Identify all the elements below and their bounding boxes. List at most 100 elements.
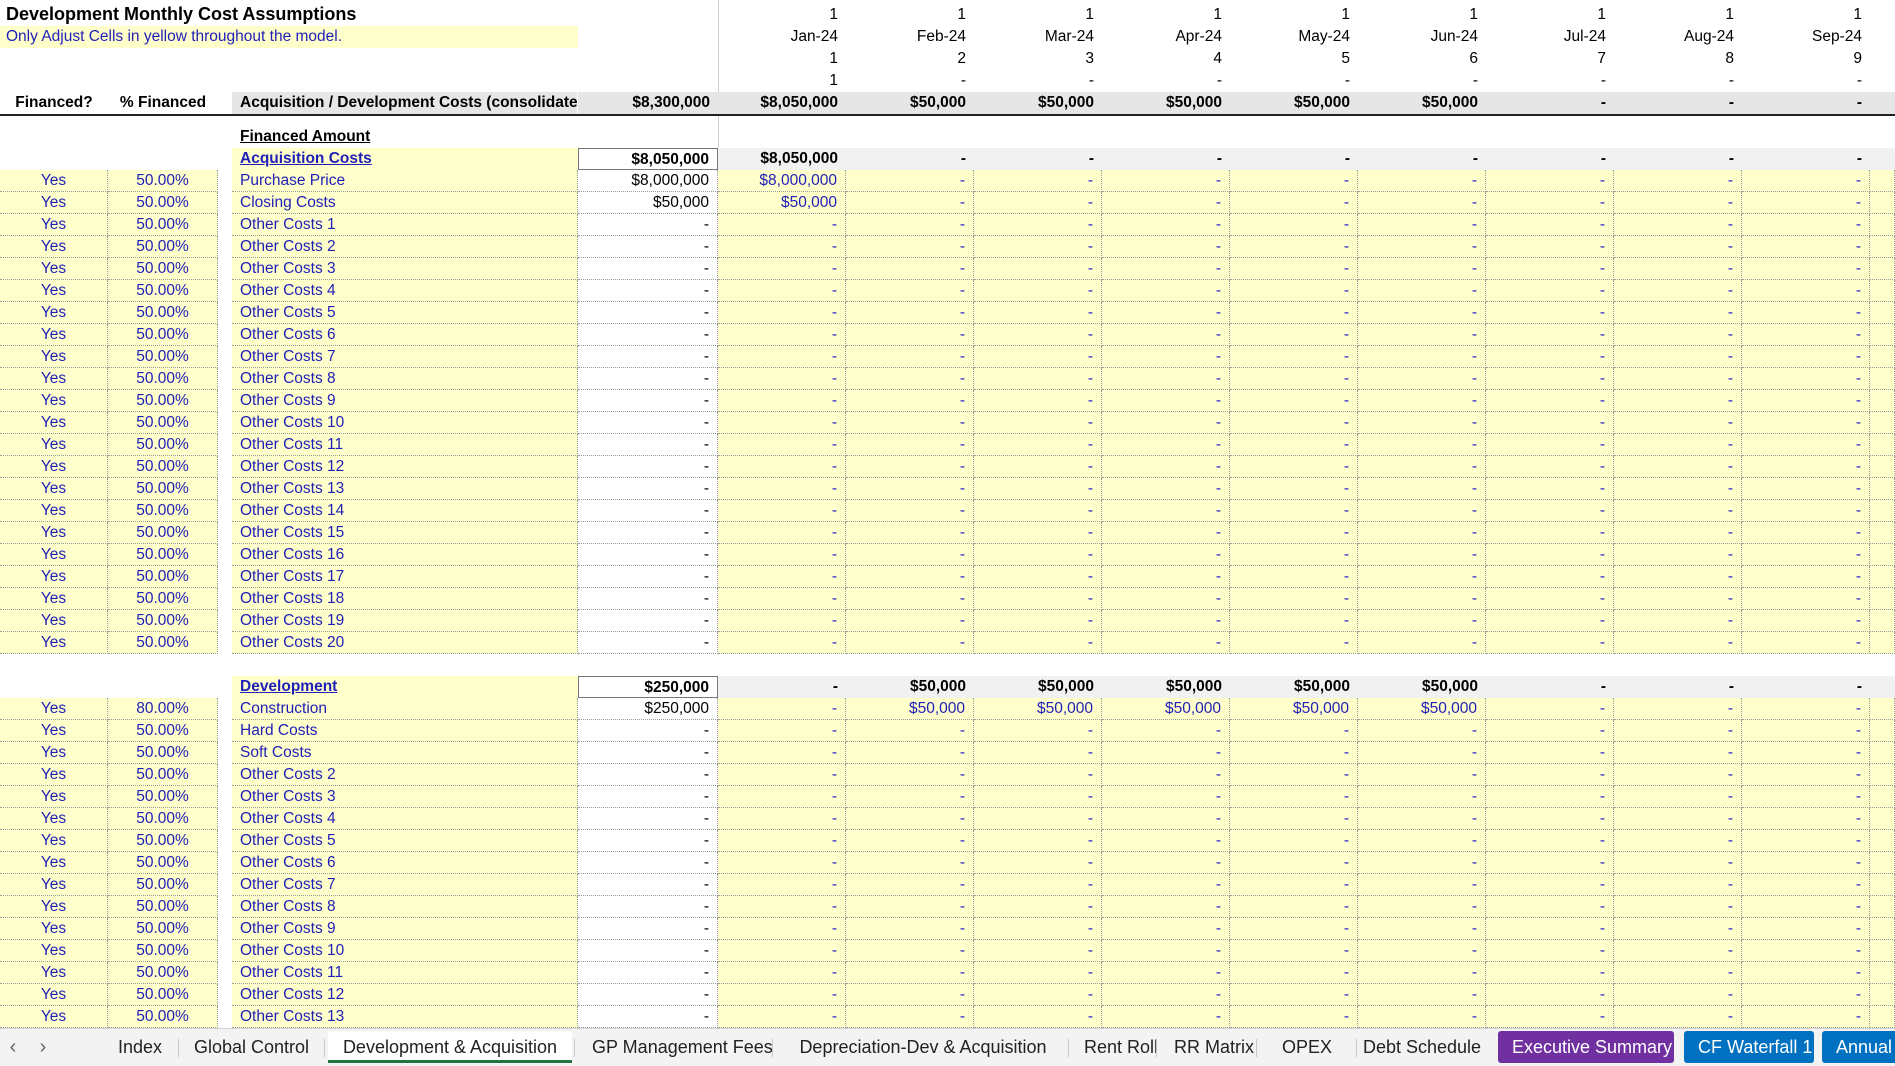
monthly-cost-input[interactable]: - xyxy=(1230,874,1358,896)
monthly-cost-input[interactable]: - xyxy=(1614,918,1742,940)
sheet-tab[interactable]: Development & Acquisition xyxy=(328,1031,572,1063)
financed-flag-cell[interactable]: Yes xyxy=(0,500,108,522)
monthly-cost-input[interactable]: - xyxy=(1358,896,1486,918)
monthly-cost-input[interactable]: - xyxy=(1742,324,1870,346)
monthly-cost-input[interactable]: - xyxy=(1102,522,1230,544)
monthly-cost-input[interactable]: - xyxy=(1486,588,1614,610)
monthly-cost-input[interactable]: - xyxy=(1230,588,1358,610)
monthly-cost-overflow[interactable] xyxy=(1870,412,1895,434)
monthly-cost-input[interactable]: - xyxy=(974,962,1102,984)
monthly-cost-input[interactable]: - xyxy=(1230,522,1358,544)
pct-financed-cell[interactable]: 50.00% xyxy=(108,544,218,566)
monthly-cost-input[interactable]: - xyxy=(1230,302,1358,324)
development-header-total[interactable]: $250,000 xyxy=(578,676,718,698)
monthly-cost-input[interactable]: - xyxy=(1486,280,1614,302)
monthly-cost-input[interactable]: - xyxy=(1614,940,1742,962)
monthly-cost-input[interactable]: - xyxy=(1614,434,1742,456)
monthly-cost-input[interactable]: - xyxy=(1486,390,1614,412)
pct-financed-cell[interactable]: 50.00% xyxy=(108,720,218,742)
monthly-cost-input[interactable]: - xyxy=(1358,456,1486,478)
financed-flag-cell[interactable]: Yes xyxy=(0,236,108,258)
monthly-cost-overflow[interactable] xyxy=(1870,302,1895,324)
monthly-cost-input[interactable]: - xyxy=(1486,324,1614,346)
monthly-cost-input[interactable]: - xyxy=(1614,170,1742,192)
monthly-cost-input[interactable]: - xyxy=(974,390,1102,412)
monthly-cost-input[interactable]: - xyxy=(1358,324,1486,346)
pct-financed-cell[interactable]: 50.00% xyxy=(108,852,218,874)
monthly-cost-input[interactable]: - xyxy=(1230,258,1358,280)
next-sheet-icon[interactable]: › xyxy=(30,1033,56,1061)
prev-sheet-icon[interactable]: ‹ xyxy=(0,1033,26,1061)
monthly-cost-input[interactable]: - xyxy=(1358,830,1486,852)
financed-flag-cell[interactable]: Yes xyxy=(0,588,108,610)
monthly-cost-input[interactable]: - xyxy=(974,302,1102,324)
financed-flag-cell[interactable]: Yes xyxy=(0,302,108,324)
monthly-cost-input[interactable]: - xyxy=(846,478,974,500)
monthly-cost-input[interactable]: - xyxy=(846,456,974,478)
monthly-cost-input[interactable]: - xyxy=(974,324,1102,346)
monthly-cost-input[interactable]: - xyxy=(974,170,1102,192)
cost-line-label[interactable]: Other Costs 7 xyxy=(232,346,578,368)
monthly-cost-input[interactable]: - xyxy=(718,896,846,918)
monthly-cost-input[interactable]: - xyxy=(1358,302,1486,324)
monthly-cost-input[interactable]: - xyxy=(1230,918,1358,940)
cost-line-label[interactable]: Other Costs 13 xyxy=(232,478,578,500)
monthly-cost-input[interactable]: - xyxy=(718,720,846,742)
monthly-cost-input[interactable]: - xyxy=(974,830,1102,852)
development-header-label[interactable]: Development xyxy=(232,676,578,698)
cost-line-label[interactable]: Other Costs 18 xyxy=(232,588,578,610)
sheet-tab[interactable]: GP Management Fees xyxy=(578,1031,773,1063)
monthly-cost-input[interactable]: - xyxy=(1742,170,1870,192)
monthly-cost-input[interactable]: - xyxy=(974,984,1102,1006)
monthly-cost-input[interactable]: - xyxy=(974,522,1102,544)
monthly-cost-input[interactable]: - xyxy=(1102,390,1230,412)
monthly-cost-input[interactable]: - xyxy=(1486,808,1614,830)
monthly-cost-input[interactable]: - xyxy=(1742,302,1870,324)
monthly-cost-input[interactable]: - xyxy=(1742,764,1870,786)
monthly-cost-input[interactable]: - xyxy=(718,368,846,390)
pct-financed-cell[interactable]: 50.00% xyxy=(108,962,218,984)
monthly-cost-input[interactable]: - xyxy=(1742,720,1870,742)
monthly-cost-input[interactable]: - xyxy=(1614,456,1742,478)
monthly-cost-input[interactable]: $50,000 xyxy=(718,192,846,214)
monthly-cost-input[interactable]: - xyxy=(846,742,974,764)
monthly-cost-input[interactable]: - xyxy=(1742,896,1870,918)
monthly-cost-input[interactable]: - xyxy=(846,808,974,830)
cost-line-label[interactable]: Other Costs 20 xyxy=(232,632,578,654)
monthly-cost-input[interactable]: - xyxy=(718,698,846,720)
monthly-cost-input[interactable]: - xyxy=(718,610,846,632)
monthly-cost-input[interactable]: - xyxy=(1486,214,1614,236)
monthly-cost-input[interactable]: - xyxy=(1102,918,1230,940)
monthly-cost-input[interactable]: $50,000 xyxy=(974,698,1102,720)
monthly-cost-input[interactable]: - xyxy=(1614,236,1742,258)
monthly-cost-input[interactable]: - xyxy=(1742,698,1870,720)
monthly-cost-overflow[interactable] xyxy=(1870,500,1895,522)
monthly-cost-input[interactable]: - xyxy=(1614,984,1742,1006)
cost-line-label[interactable]: Other Costs 11 xyxy=(232,962,578,984)
cost-line-label[interactable]: Other Costs 5 xyxy=(232,830,578,852)
monthly-cost-overflow[interactable] xyxy=(1870,346,1895,368)
monthly-cost-overflow[interactable] xyxy=(1870,786,1895,808)
monthly-cost-input[interactable]: - xyxy=(1486,434,1614,456)
monthly-cost-input[interactable]: - xyxy=(1358,764,1486,786)
monthly-cost-input[interactable]: - xyxy=(718,940,846,962)
monthly-cost-input[interactable]: - xyxy=(1230,830,1358,852)
monthly-cost-input[interactable]: - xyxy=(1358,1006,1486,1028)
monthly-cost-overflow[interactable] xyxy=(1870,544,1895,566)
monthly-cost-input[interactable]: - xyxy=(1358,742,1486,764)
monthly-cost-input[interactable]: - xyxy=(1742,940,1870,962)
monthly-cost-overflow[interactable] xyxy=(1870,852,1895,874)
monthly-cost-input[interactable]: $50,000 xyxy=(846,698,974,720)
monthly-cost-input[interactable]: - xyxy=(1230,742,1358,764)
financed-flag-cell[interactable]: Yes xyxy=(0,346,108,368)
monthly-cost-input[interactable]: - xyxy=(1742,962,1870,984)
monthly-cost-input[interactable]: - xyxy=(1486,368,1614,390)
monthly-cost-input[interactable]: - xyxy=(1742,610,1870,632)
monthly-cost-input[interactable]: - xyxy=(1358,368,1486,390)
monthly-cost-input[interactable]: - xyxy=(1230,896,1358,918)
monthly-cost-overflow[interactable] xyxy=(1870,742,1895,764)
monthly-cost-overflow[interactable] xyxy=(1870,808,1895,830)
cost-line-label[interactable]: Closing Costs xyxy=(232,192,578,214)
monthly-cost-input[interactable]: - xyxy=(1358,192,1486,214)
monthly-cost-input[interactable]: - xyxy=(718,874,846,896)
